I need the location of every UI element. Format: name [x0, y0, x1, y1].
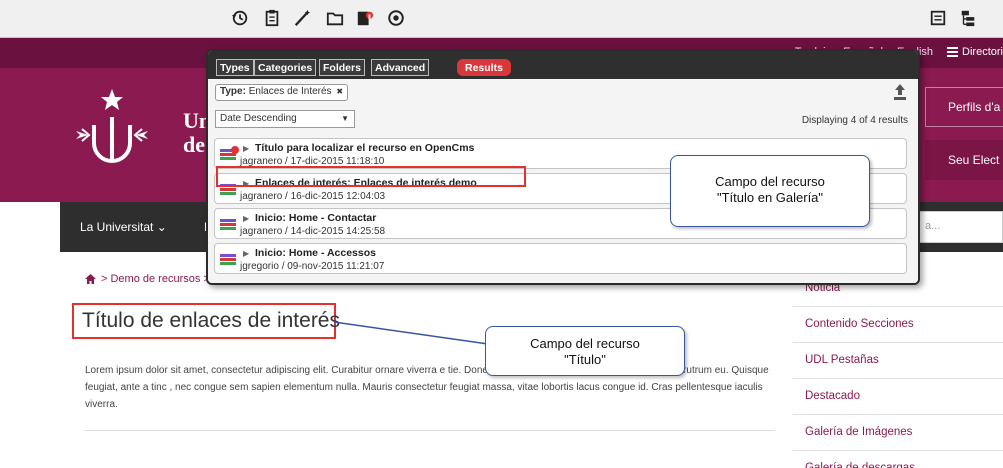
- gallery-tab-bar: Types Categories Folders Advanced Result…: [208, 51, 918, 79]
- tab-results[interactable]: Results: [457, 59, 511, 76]
- sort-select[interactable]: Date Descending ▼: [215, 110, 355, 128]
- filter-label: Type:: [220, 86, 246, 97]
- callout-line: "Título en Galería": [716, 190, 824, 205]
- type-filter-chip: Type: Enlaces de Interés ✖: [215, 84, 349, 101]
- sort-value: Date Descending: [220, 113, 297, 124]
- result-title: ▶ Título para localizar el recurso en Ope…: [243, 142, 475, 154]
- tab-advanced[interactable]: Advanced: [371, 59, 430, 76]
- result-title-text: Inicio: Home - Accessos: [255, 247, 376, 259]
- filter-value: Enlaces de Interés: [248, 86, 332, 97]
- result-title-text: Título para localizar el recurso en Open…: [255, 142, 475, 154]
- chevron-down-icon: ▼: [341, 114, 349, 123]
- remove-filter-icon[interactable]: ✖: [336, 87, 343, 96]
- title-field-callout: Campo del recurso "Título": [485, 326, 685, 376]
- gallery-title-highlight: [216, 166, 526, 187]
- tab-folders[interactable]: Folders: [319, 59, 365, 76]
- result-title: ▶ Inicio: Home - Accessos: [243, 247, 376, 259]
- tab-categories[interactable]: Categories: [254, 59, 317, 76]
- link-resource-icon: [220, 254, 236, 265]
- result-meta: jagranero / 16-dic-2015 12:04:03: [240, 191, 386, 202]
- result-meta: jgregorio / 09-nov-2015 11:21:07: [240, 261, 385, 272]
- callout-line: Campo del recurso: [530, 336, 640, 351]
- result-item[interactable]: ▶ Inicio: Home - Accessos jgregorio / 09-…: [214, 243, 907, 274]
- link-resource-icon: [220, 219, 236, 230]
- callout-line: Campo del recurso: [715, 174, 825, 189]
- result-meta: jagranero / 14-dic-2015 14:25:58: [240, 226, 386, 237]
- tab-types[interactable]: Types: [216, 59, 254, 76]
- result-title-text: Inicio: Home - Contactar: [255, 212, 377, 224]
- result-title: ▶ Inicio: Home - Contactar: [243, 212, 377, 224]
- upload-icon[interactable]: [893, 84, 907, 100]
- gallery-title-callout: Campo del recurso "Título en Galería": [670, 155, 870, 227]
- link-resource-icon: [220, 146, 239, 160]
- result-count: Displaying 4 of 4 results: [801, 115, 908, 126]
- callout-line: "Título": [564, 352, 606, 367]
